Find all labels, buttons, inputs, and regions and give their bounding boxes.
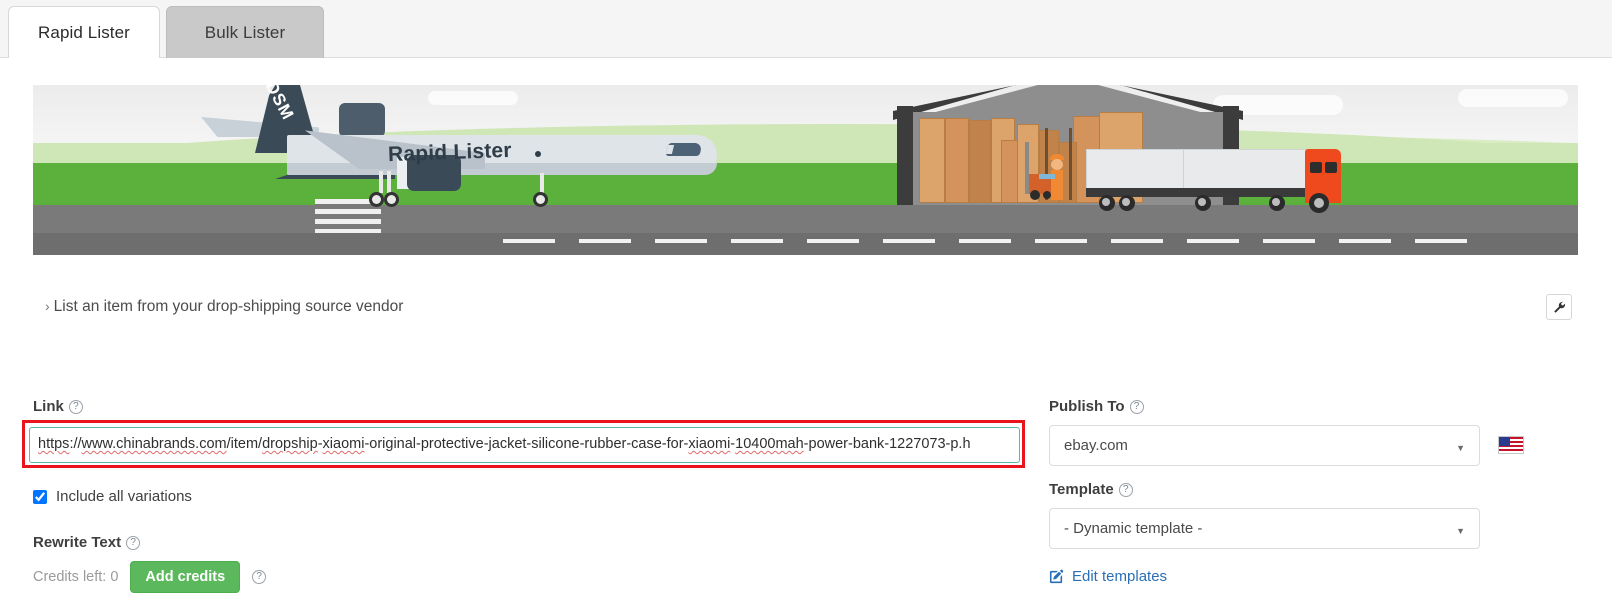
publish-to-label: Publish To?: [1049, 398, 1144, 415]
rewrite-text-label: Rewrite Text?: [33, 534, 141, 551]
cardboard-box: [969, 120, 991, 203]
credits-left-text: Credits left: 0: [33, 569, 119, 585]
forklift-mast: [1025, 142, 1029, 194]
road-dash: [959, 239, 1011, 243]
template-label-text: Template: [1049, 481, 1114, 498]
road-dash: [1415, 239, 1467, 243]
chevron-right-icon: ›: [45, 298, 50, 314]
rewrite-text-help-icon[interactable]: ?: [126, 536, 141, 550]
landing-gear-strut: [379, 171, 383, 193]
worker-arm: [1039, 174, 1055, 179]
trailer-wheel: [1099, 195, 1115, 211]
edit-pencil-icon: [1049, 569, 1064, 584]
rack-beam: [1069, 128, 1072, 200]
trailer-box: [1183, 149, 1307, 189]
cloud-icon: [1458, 89, 1568, 107]
settings-wrench-button[interactable]: [1546, 294, 1572, 320]
road-dash: [1339, 239, 1391, 243]
worker-head: [1051, 159, 1063, 170]
main-card: DSM Rapid Lister › List an item from you…: [0, 57, 1612, 599]
include-all-variations-row[interactable]: Include all variations: [33, 488, 192, 505]
include-all-variations-checkbox[interactable]: [33, 489, 47, 504]
template-select[interactable]: - Dynamic template - ▼: [1049, 508, 1480, 549]
road-dash: [655, 239, 707, 243]
section-header: › List an item from your drop-shipping so…: [33, 288, 1578, 332]
chevron-down-icon: ▼: [1456, 443, 1465, 453]
main-landing-gear: [369, 192, 384, 207]
tab-rapid-lister[interactable]: Rapid Lister: [8, 6, 160, 58]
tail-engine: [339, 103, 385, 137]
link-help-icon[interactable]: ?: [68, 400, 83, 414]
tab-bar: Rapid Lister Bulk Lister: [0, 0, 1612, 58]
publish-to-label-text: Publish To: [1049, 398, 1125, 415]
link-label-text: Link: [33, 398, 64, 415]
road-dash: [579, 239, 631, 243]
link-input-highlight: [22, 420, 1025, 468]
cardboard-box: [945, 118, 969, 203]
road-dash: [503, 239, 555, 243]
template-value: - Dynamic template -: [1064, 520, 1203, 537]
cardboard-box: [919, 118, 945, 203]
road-dash: [1111, 239, 1163, 243]
template-label: Template?: [1049, 481, 1133, 498]
truck-wheel: [1309, 193, 1329, 213]
edit-templates-link[interactable]: Edit templates: [1049, 568, 1167, 585]
credits-row: Credits left: 0 Add credits ?: [33, 561, 267, 593]
road-dash: [1035, 239, 1087, 243]
chevron-down-icon: ▼: [1456, 526, 1465, 536]
link-input[interactable]: [29, 427, 1020, 463]
warehouse-post-left: [897, 106, 913, 205]
airplane-illustration: DSM Rapid Lister: [183, 85, 743, 209]
publish-to-help-icon[interactable]: ?: [1129, 400, 1144, 414]
template-help-icon[interactable]: ?: [1118, 483, 1133, 497]
publish-to-value: ebay.com: [1064, 437, 1128, 454]
plane-brand-dot: [535, 151, 541, 157]
rewrite-text-label-text: Rewrite Text: [33, 534, 122, 551]
nose-landing-gear: [533, 192, 548, 207]
add-credits-button[interactable]: Add credits: [130, 561, 241, 593]
flag-canton: [1499, 437, 1510, 446]
trailer-wheel: [1269, 195, 1285, 211]
collapse-section-toggle[interactable]: › List an item from your drop-shipping so…: [45, 298, 403, 316]
road-dash: [1187, 239, 1239, 243]
road-lower: [33, 233, 1578, 255]
include-all-variations-label[interactable]: Include all variations: [56, 488, 192, 505]
tab-bulk-lister[interactable]: Bulk Lister: [166, 6, 324, 58]
forklift-wheel: [1043, 191, 1051, 199]
truck-windshield: [1310, 162, 1322, 173]
main-landing-gear: [384, 192, 399, 207]
cockpit-window: [665, 143, 703, 156]
road-dash: [1263, 239, 1315, 243]
tab-rapid-lister-label: Rapid Lister: [38, 22, 130, 42]
forklift-wheel: [1030, 190, 1040, 200]
road-dash: [731, 239, 783, 243]
publish-to-select[interactable]: ebay.com ▼: [1049, 425, 1480, 466]
link-label: Link?: [33, 398, 83, 415]
edit-templates-label: Edit templates: [1072, 568, 1168, 585]
banner-illustration: DSM Rapid Lister: [33, 85, 1578, 255]
trailer-wheel: [1195, 195, 1211, 211]
collapse-section-label: List an item from your drop-shipping sou…: [53, 298, 404, 315]
landing-gear-strut: [387, 171, 391, 193]
us-flag-icon: [1498, 436, 1524, 454]
wrench-icon: [1553, 301, 1565, 313]
truck-side-window: [1325, 162, 1337, 173]
tab-bulk-lister-label: Bulk Lister: [204, 22, 286, 42]
road-dash: [807, 239, 859, 243]
trailer-wheel: [1119, 195, 1135, 211]
plane-brand-text: Rapid Lister: [387, 138, 513, 167]
fuselage-shadow: [287, 163, 717, 175]
road-dash: [883, 239, 935, 243]
credits-help-icon[interactable]: ?: [252, 570, 267, 584]
